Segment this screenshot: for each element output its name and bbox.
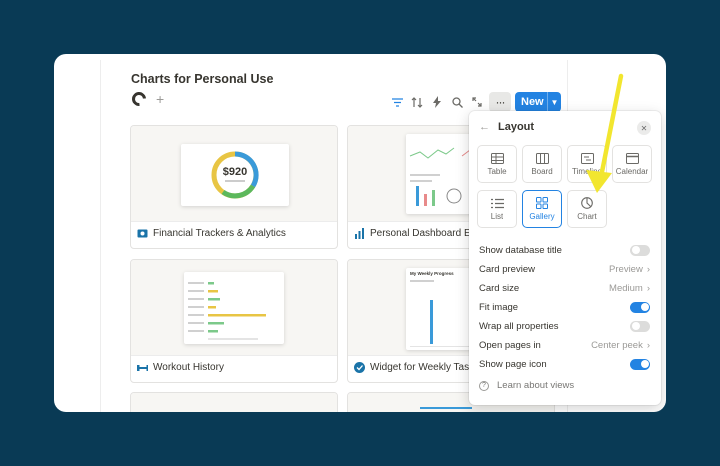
card-title: Workout History [153,362,224,373]
layout-option-list[interactable]: List [477,190,517,228]
layout-option-timeline[interactable]: Timeline [567,145,607,183]
setting-card-preview[interactable]: Card preview Preview › [479,261,650,277]
layout-panel: ← Layout ✕ Table Board Timeline Calendar… [469,111,661,405]
setting-wrap-all-properties[interactable]: Wrap all properties [479,318,650,334]
setting-label: Open pages in [479,339,541,351]
app-window: Charts for Personal Use + ··· New ▼ $920… [54,54,666,412]
setting-value-text: Preview [609,263,643,275]
money-icon [137,228,148,239]
layout-option-table[interactable]: Table [477,145,517,183]
card-caption: Workout History [137,362,224,373]
search-icon[interactable] [447,92,467,112]
setting-label: Card size [479,282,520,294]
toggle-switch[interactable] [630,320,650,332]
layout-option-label: Table [487,166,507,176]
chevron-down-icon[interactable]: ▼ [548,98,561,107]
setting-label: Card preview [479,263,535,275]
layout-option-chart[interactable]: Chart [567,190,607,228]
card-title: Financial Trackers & Analytics [153,228,286,239]
setting-fit-image[interactable]: Fit image [479,299,650,315]
setting-card-size[interactable]: Card size Medium › [479,280,650,296]
layout-option-calendar[interactable]: Calendar [612,145,652,183]
setting-show-database-title[interactable]: Show database title [479,242,650,258]
card-caption: Financial Trackers & Analytics [137,228,286,239]
layout-option-label: Chart [577,212,597,221]
gallery-card[interactable]: Workout History [130,259,338,383]
layout-panel-header: ← Layout [479,121,534,133]
card-preview-image [131,260,337,356]
card-caption: Personal Dashboard Ex [354,228,476,239]
setting-open-pages-in[interactable]: Open pages in Center peek › [479,337,650,353]
filter-icon[interactable] [387,92,407,112]
gallery-icon [536,197,548,209]
sort-icon[interactable] [407,92,427,112]
chart-view-icon[interactable] [129,89,149,109]
layout-option-label: Gallery [529,212,555,221]
calendar-icon [625,152,639,164]
layout-option-board[interactable]: Board [522,145,562,183]
automation-icon[interactable] [427,92,447,112]
setting-show-page-icon[interactable]: Show page icon [479,356,650,372]
layout-panel-title: Layout [498,121,535,133]
toggle-switch[interactable] [630,244,650,256]
setting-label: Wrap all properties [479,320,559,332]
new-button-label: New [521,96,544,108]
chevron-right-icon: › [646,282,650,294]
setting-label: Fit image [479,301,519,313]
add-view-icon[interactable]: + [156,92,164,106]
layout-option-gallery[interactable]: Gallery [522,190,562,228]
card-title: Personal Dashboard Ex [370,228,476,239]
setting-value[interactable]: Preview › [609,264,650,275]
card-preview-image: $920 [131,126,337,222]
chevron-right-icon: › [646,339,650,351]
setting-label: Show database title [479,244,562,256]
toggle-switch[interactable] [630,358,650,370]
close-icon[interactable]: ✕ [637,121,651,135]
card-title: Widget for Weekly Task [370,362,475,373]
chevron-right-icon: › [646,263,650,275]
setting-label: Show page icon [479,358,547,370]
preview-bar [420,407,472,409]
finance-preview: $920 [181,144,289,206]
table-icon [490,152,504,164]
layout-option-label: Timeline [572,166,602,176]
card-preview-image [131,393,337,412]
gallery-card[interactable] [130,392,338,412]
layout-option-label: Calendar [615,166,649,176]
back-arrow-icon[interactable]: ← [479,121,490,133]
preview-value: $920 [222,166,248,178]
setting-value[interactable]: Center peek › [591,340,650,351]
layout-option-label: Board [531,166,553,176]
more-options-button[interactable]: ··· [489,92,511,112]
setting-value-text: Center peek [591,339,643,351]
view-tabs: + [129,89,164,109]
toggle-switch[interactable] [630,301,650,313]
expand-icon[interactable] [467,92,487,112]
database-toolbar: ··· New ▼ [387,92,561,112]
card-caption: Widget for Weekly Task [354,362,474,373]
setting-value[interactable]: Medium › [609,283,650,294]
help-icon: ? [479,380,489,391]
learn-label: Learn about views [497,380,575,391]
board-icon [535,152,549,164]
database-title: Charts for Personal Use [131,72,274,86]
timeline-icon [580,152,594,164]
dumbbell-icon [137,362,148,373]
list-icon [490,198,504,208]
chart-icon [581,197,593,209]
gallery-card[interactable]: $920 Financial Trackers & Analytics [130,125,338,249]
dashboard-icon [354,228,365,239]
learn-about-views-link[interactable]: ? Learn about views [479,380,574,391]
layout-option-label: List [490,211,504,221]
check-circle-icon [354,362,365,373]
new-button[interactable]: New ▼ [515,92,561,112]
workout-preview [184,272,284,344]
setting-value-text: Medium [609,282,643,294]
